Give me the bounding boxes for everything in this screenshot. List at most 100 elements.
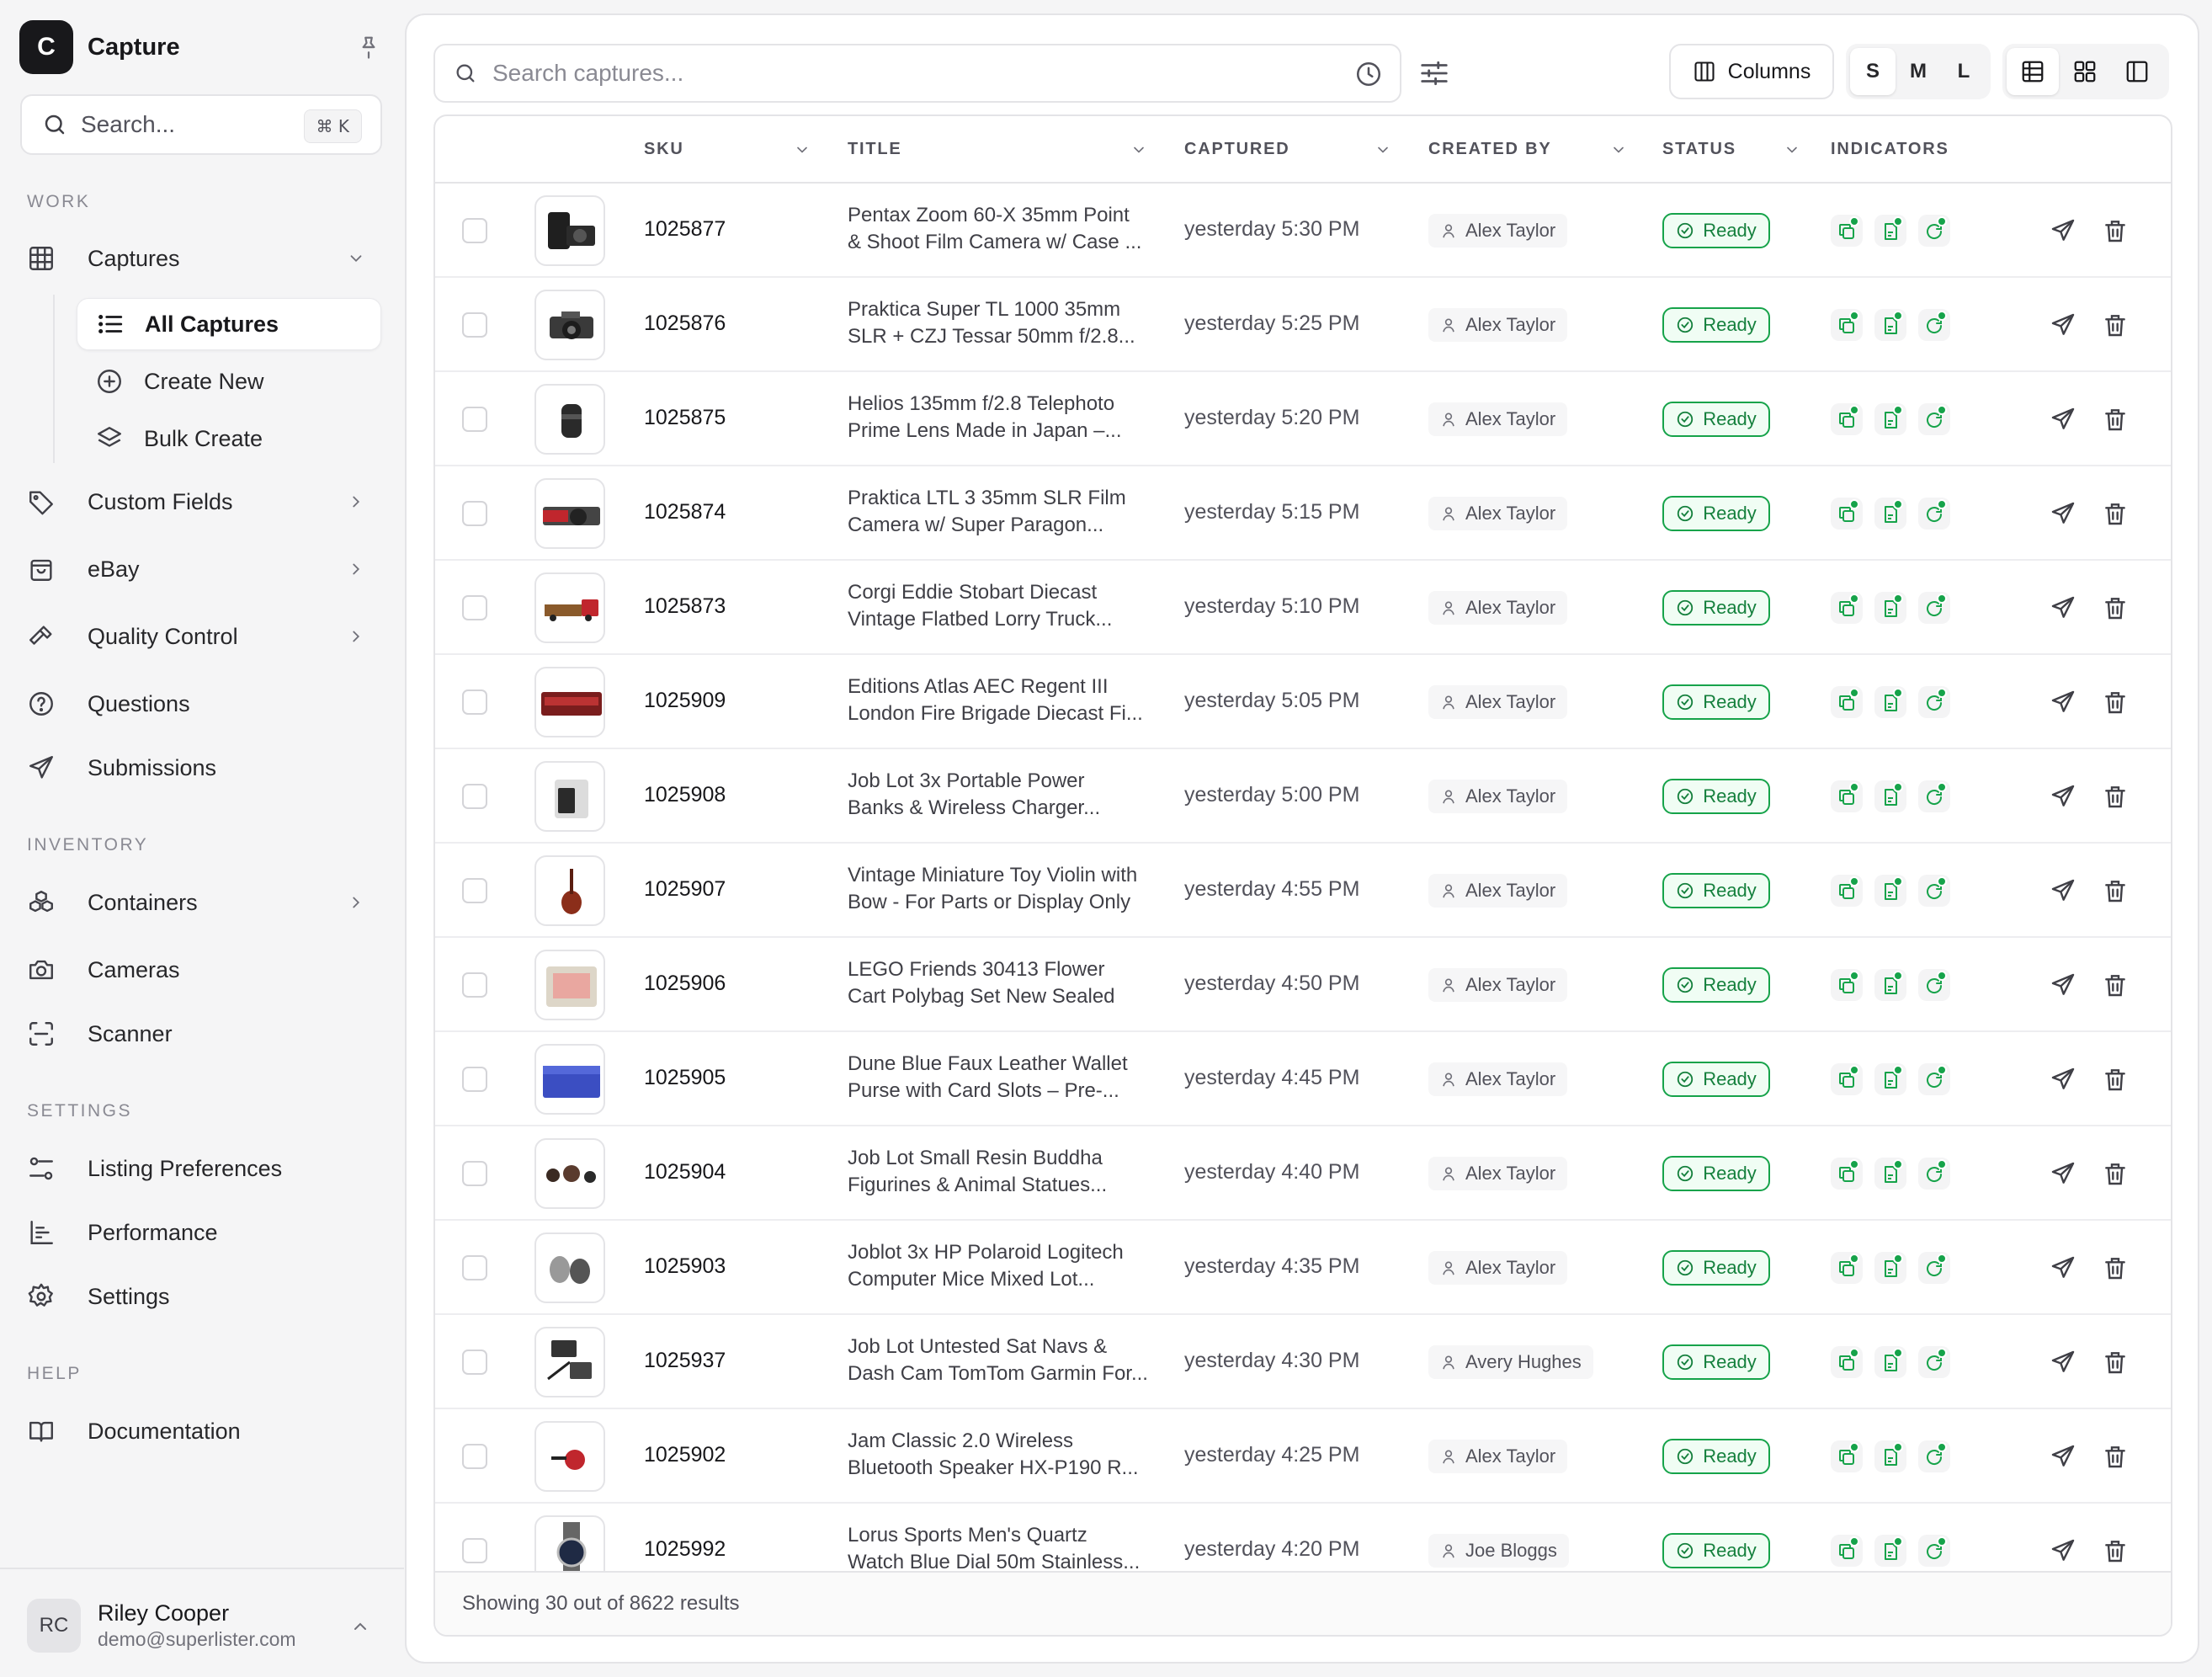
- sidebar-item-performance[interactable]: Performance: [27, 1207, 380, 1258]
- sidebar-item-listing-preferences[interactable]: Listing Preferences: [27, 1143, 380, 1194]
- title-cell[interactable]: Dune Blue Faux Leather Wallet Purse with …: [848, 1051, 1166, 1105]
- trash-icon[interactable]: [2102, 217, 2129, 244]
- trash-icon[interactable]: [2102, 1537, 2129, 1564]
- product-thumbnail[interactable]: [534, 1138, 605, 1209]
- document-indicator-icon[interactable]: [1874, 1063, 1906, 1095]
- sync-indicator-icon[interactable]: [1918, 1535, 1950, 1567]
- row-checkbox[interactable]: [462, 1444, 487, 1469]
- title-cell[interactable]: Editions Atlas AEC Regent III London Fire…: [848, 673, 1166, 727]
- product-thumbnail[interactable]: [534, 1044, 605, 1115]
- row-checkbox[interactable]: [462, 407, 487, 432]
- send-icon[interactable]: [2050, 1254, 2076, 1281]
- sync-indicator-icon[interactable]: [1918, 780, 1950, 812]
- table-row[interactable]: 1025903 Joblot 3x HP Polaroid Logitech Com…: [435, 1221, 2171, 1315]
- copy-indicator-icon[interactable]: [1831, 875, 1863, 907]
- document-indicator-icon[interactable]: [1874, 592, 1906, 624]
- title-cell[interactable]: Vintage Miniature Toy Violin with Bow - F…: [848, 862, 1166, 916]
- product-thumbnail[interactable]: [534, 384, 605, 455]
- sidebar-item-scanner[interactable]: Scanner: [27, 1009, 380, 1059]
- trash-icon[interactable]: [2102, 594, 2129, 621]
- table-row[interactable]: 1025905 Dune Blue Faux Leather Wallet Purs…: [435, 1032, 2171, 1126]
- table-view-button[interactable]: [2007, 48, 2059, 95]
- table-row[interactable]: 1025907 Vintage Miniature Toy Violin with…: [435, 844, 2171, 938]
- header-title[interactable]: TITLE: [848, 140, 1144, 159]
- table-row[interactable]: 1025906 LEGO Friends 30413 Flower Cart Pol…: [435, 938, 2171, 1032]
- title-cell[interactable]: Corgi Eddie Stobart Diecast Vintage Flatb…: [848, 579, 1166, 633]
- title-cell[interactable]: Job Lot Untested Sat Navs & Dash Cam TomT…: [848, 1334, 1166, 1387]
- sidebar-search[interactable]: Search... ⌘ K: [20, 94, 382, 155]
- row-checkbox[interactable]: [462, 218, 487, 243]
- document-indicator-icon[interactable]: [1874, 1440, 1906, 1472]
- title-cell[interactable]: Pentax Zoom 60-X 35mm Point & Shoot Film …: [848, 202, 1166, 256]
- copy-indicator-icon[interactable]: [1831, 215, 1863, 247]
- send-icon[interactable]: [2050, 594, 2076, 621]
- row-checkbox[interactable]: [462, 878, 487, 903]
- sync-indicator-icon[interactable]: [1918, 1158, 1950, 1190]
- trash-icon[interactable]: [2102, 689, 2129, 716]
- sidebar-item-settings[interactable]: Settings: [27, 1271, 380, 1322]
- document-indicator-icon[interactable]: [1874, 875, 1906, 907]
- trash-icon[interactable]: [2102, 877, 2129, 904]
- sync-indicator-icon[interactable]: [1918, 592, 1950, 624]
- copy-indicator-icon[interactable]: [1831, 498, 1863, 530]
- trash-icon[interactable]: [2102, 1160, 2129, 1187]
- sync-indicator-icon[interactable]: [1918, 403, 1950, 435]
- send-icon[interactable]: [2050, 1160, 2076, 1187]
- title-cell[interactable]: Joblot 3x HP Polaroid Logitech Computer M…: [848, 1239, 1166, 1293]
- history-clock-icon[interactable]: [1354, 60, 1383, 88]
- send-icon[interactable]: [2050, 406, 2076, 433]
- table-row[interactable]: 1025904 Job Lot Small Resin Buddha Figurin…: [435, 1126, 2171, 1221]
- sidebar-item-questions[interactable]: Questions: [27, 679, 380, 729]
- captures-search-input[interactable]: Search captures...: [433, 44, 1401, 103]
- sync-indicator-icon[interactable]: [1918, 1440, 1950, 1472]
- product-thumbnail[interactable]: [534, 290, 605, 360]
- sidebar-item-create-new[interactable]: Create New: [77, 355, 381, 407]
- document-indicator-icon[interactable]: [1874, 1158, 1906, 1190]
- row-checkbox[interactable]: [462, 689, 487, 715]
- send-icon[interactable]: [2050, 972, 2076, 998]
- send-icon[interactable]: [2050, 1349, 2076, 1376]
- table-row[interactable]: 1025873 Corgi Eddie Stobart Diecast Vintag…: [435, 561, 2171, 655]
- title-cell[interactable]: Job Lot Small Resin Buddha Figurines & An…: [848, 1145, 1166, 1199]
- send-icon[interactable]: [2050, 689, 2076, 716]
- sidebar-item-custom-fields[interactable]: Custom Fields: [27, 476, 380, 527]
- table-row[interactable]: 1025992 Lorus Sports Men's Quartz Watch Bl…: [435, 1504, 2171, 1571]
- grid-view-button[interactable]: [2059, 48, 2111, 95]
- title-cell[interactable]: Praktica LTL 3 35mm SLR Film Camera w/ Su…: [848, 485, 1166, 539]
- trash-icon[interactable]: [2102, 972, 2129, 998]
- title-cell[interactable]: Job Lot 3x Portable Power Banks & Wireles…: [848, 768, 1166, 822]
- trash-icon[interactable]: [2102, 783, 2129, 810]
- product-thumbnail[interactable]: [534, 667, 605, 737]
- trash-icon[interactable]: [2102, 1066, 2129, 1093]
- row-checkbox[interactable]: [462, 1255, 487, 1280]
- trash-icon[interactable]: [2102, 1349, 2129, 1376]
- header-captured[interactable]: CAPTURED: [1184, 140, 1388, 159]
- row-checkbox[interactable]: [462, 312, 487, 338]
- row-checkbox[interactable]: [462, 1350, 487, 1375]
- product-thumbnail[interactable]: [534, 950, 605, 1020]
- table-row[interactable]: 1025875 Helios 135mm f/2.8 Telephoto Prime…: [435, 372, 2171, 466]
- title-cell[interactable]: LEGO Friends 30413 Flower Cart Polybag Se…: [848, 956, 1166, 1010]
- table-row[interactable]: 1025909 Editions Atlas AEC Regent III Lond…: [435, 655, 2171, 749]
- table-row[interactable]: 1025902 Jam Classic 2.0 Wireless Bluetooth…: [435, 1409, 2171, 1504]
- document-indicator-icon[interactable]: [1874, 498, 1906, 530]
- document-indicator-icon[interactable]: [1874, 969, 1906, 1001]
- table-row[interactable]: 1025877 Pentax Zoom 60-X 35mm Point & Shoo…: [435, 184, 2171, 278]
- header-created-by[interactable]: CREATED BY: [1428, 140, 1624, 159]
- product-thumbnail[interactable]: [534, 1327, 605, 1398]
- send-icon[interactable]: [2050, 1537, 2076, 1564]
- size-l-button[interactable]: L: [1941, 48, 1986, 95]
- row-checkbox[interactable]: [462, 595, 487, 620]
- copy-indicator-icon[interactable]: [1831, 1063, 1863, 1095]
- table-row[interactable]: 1025874 Praktica LTL 3 35mm SLR Film Camer…: [435, 466, 2171, 561]
- filter-sliders-icon[interactable]: [1418, 57, 1450, 89]
- size-s-button[interactable]: S: [1850, 48, 1896, 95]
- columns-button[interactable]: Columns: [1669, 44, 1834, 99]
- trash-icon[interactable]: [2102, 1254, 2129, 1281]
- document-indicator-icon[interactable]: [1874, 1252, 1906, 1284]
- send-icon[interactable]: [2050, 311, 2076, 338]
- sidebar-item-containers[interactable]: Containers: [27, 877, 380, 928]
- product-thumbnail[interactable]: [534, 855, 605, 926]
- copy-indicator-icon[interactable]: [1831, 1158, 1863, 1190]
- copy-indicator-icon[interactable]: [1831, 1535, 1863, 1567]
